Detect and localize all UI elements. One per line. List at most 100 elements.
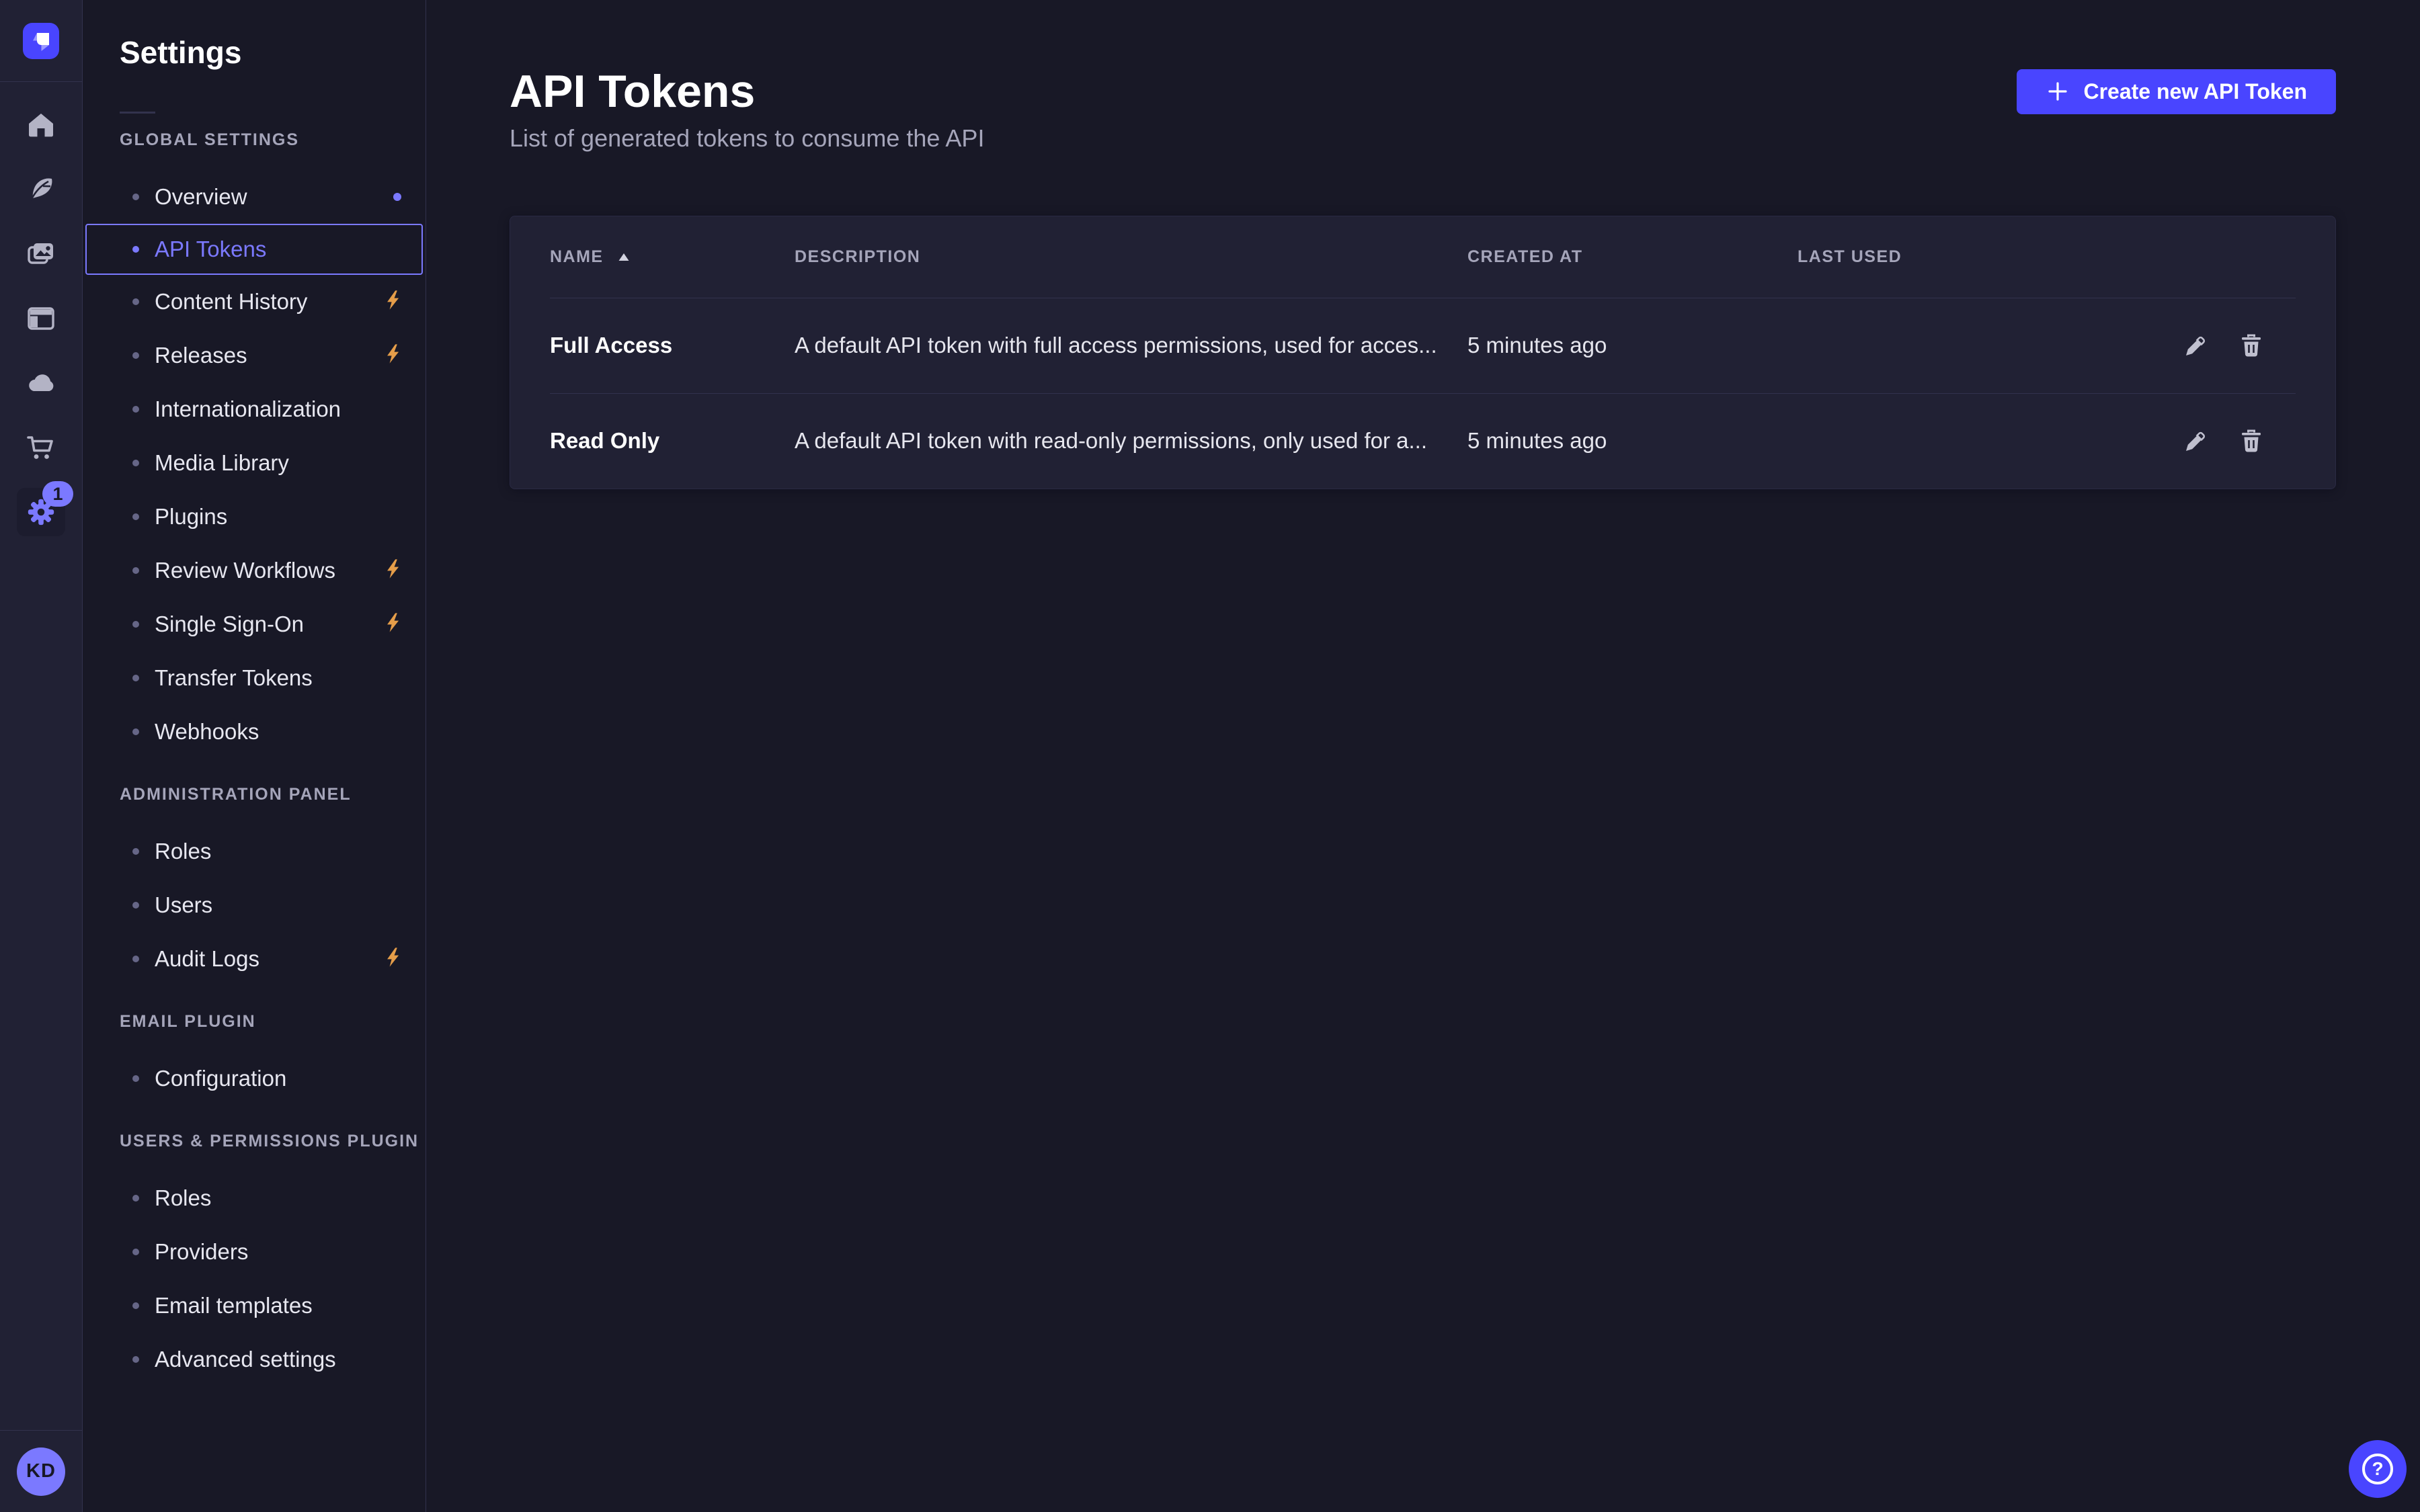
row-actions [2066,425,2296,457]
question-mark-icon: ? [2362,1454,2393,1484]
column-header-name[interactable]: NAME [550,247,795,267]
sidebar-item-webhooks[interactable]: Webhooks [83,705,426,759]
bullet-icon [132,728,139,735]
rail-item-cloud[interactable] [0,351,83,415]
sidebar-item-releases[interactable]: Releases [83,329,426,382]
edit-pencil-icon[interactable] [2180,329,2212,362]
create-api-token-button[interactable]: Create new API Token [2017,69,2336,114]
sidebar-item-roles[interactable]: Roles [83,825,426,878]
token-created-at: 5 minutes ago [1467,428,1798,454]
sidebar-item-label: Releases [155,343,247,368]
lightning-icon [382,946,405,972]
rail-item-content-type-builder[interactable] [0,286,83,351]
sidebar-item-label: Advanced settings [155,1347,336,1372]
rail-item-marketplace-cart[interactable] [0,415,83,480]
sidebar-item-review-workflows[interactable]: Review Workflows [83,544,426,597]
bullet-icon [132,1302,139,1309]
bullet-icon [132,675,139,681]
sidebar-item-label: Configuration [155,1066,286,1091]
rail-item-home[interactable] [0,93,83,157]
rail-nav-icons: 1 [0,93,83,544]
sidebar-item-providers[interactable]: Providers [83,1225,426,1279]
sidebar-item-content-history[interactable]: Content History [83,275,426,329]
token-description: A default API token with read-only permi… [795,428,1467,454]
sidebar-item-label: Overview [155,184,247,210]
table-row[interactable]: Read OnlyA default API token with read-o… [510,393,2335,489]
bullet-icon [132,194,139,200]
delete-trash-icon[interactable] [2235,425,2267,457]
column-header-created-at: CREATED AT [1467,247,1798,267]
media-library-icon [26,239,56,269]
marketplace-cart-icon [26,432,56,463]
subnav-section-header: ADMINISTRATION PANEL [83,784,426,804]
sidebar-item-plugins[interactable]: Plugins [83,490,426,544]
token-name: Full Access [550,333,795,358]
lightning-icon [382,612,405,638]
column-header-last-used: LAST USED [1798,247,2066,267]
main-nav-rail: 1 KD [0,0,83,1512]
sort-ascending-icon [616,249,632,265]
notification-badge: 1 [42,481,73,507]
sidebar-item-media-library[interactable]: Media Library [83,436,426,490]
plus-icon [2046,79,2070,103]
subnav-section-header: USERS & PERMISSIONS PLUGIN [83,1131,426,1151]
page-subtitle: List of generated tokens to consume the … [510,124,2336,153]
bullet-icon [132,902,139,909]
sidebar-item-email-templates[interactable]: Email templates [83,1279,426,1333]
bullet-icon [132,460,139,466]
sidebar-item-label: Providers [155,1239,248,1265]
sidebar-item-internationalization[interactable]: Internationalization [83,382,426,436]
avatar[interactable]: KD [17,1447,65,1496]
bullet-icon [132,956,139,962]
sidebar-item-label: Webhooks [155,719,259,745]
bullet-icon [132,621,139,628]
bullet-icon [132,406,139,413]
create-button-label: Create new API Token [2083,79,2307,104]
sidebar-item-api-tokens[interactable]: API Tokens [85,224,423,275]
cloud-icon [25,367,57,399]
row-actions [2066,329,2296,362]
table-row[interactable]: Full AccessA default API token with full… [510,298,2335,393]
sidebar-item-label: API Tokens [155,237,266,262]
rail-item-settings-gear[interactable]: 1 [0,480,83,544]
content-feather-icon [26,175,56,204]
settings-subnav: Settings GLOBAL SETTINGSOverviewAPI Toke… [83,0,426,1512]
column-header-label: CREATED AT [1467,247,1582,267]
token-created-at: 5 minutes ago [1467,333,1798,358]
bullet-icon [132,848,139,855]
edit-pencil-icon[interactable] [2180,425,2212,457]
sidebar-item-audit-logs[interactable]: Audit Logs [83,932,426,986]
sidebar-item-advanced-settings[interactable]: Advanced settings [83,1333,426,1386]
token-name: Read Only [550,428,795,454]
bullet-icon [132,513,139,520]
lightning-icon [382,289,405,315]
rail-item-content-feather[interactable] [0,157,83,222]
sidebar-item-transfer-tokens[interactable]: Transfer Tokens [83,651,426,705]
sidebar-item-label: Review Workflows [155,558,335,583]
help-button[interactable]: ? [2349,1440,2407,1498]
rail-item-media-library[interactable] [0,222,83,286]
page-title: API Tokens [510,65,755,118]
subnav-section-header: EMAIL PLUGIN [83,1011,426,1032]
content-type-builder-icon [26,303,56,334]
bullet-icon [132,298,139,305]
sidebar-item-roles[interactable]: Roles [83,1171,426,1225]
bullet-icon [132,1195,139,1202]
token-description: A default API token with full access per… [795,333,1467,358]
column-header-label: DESCRIPTION [795,247,920,267]
sidebar-item-label: Media Library [155,450,289,476]
sidebar-item-configuration[interactable]: Configuration [83,1052,426,1105]
delete-trash-icon[interactable] [2235,329,2267,362]
column-header-label: LAST USED [1798,247,1902,267]
lightning-icon [382,343,405,369]
notification-dot-icon [393,193,401,201]
strapi-logo[interactable] [23,23,59,59]
bullet-icon [132,246,139,253]
sidebar-item-overview[interactable]: Overview [83,170,426,224]
bullet-icon [132,352,139,359]
sidebar-item-label: Roles [155,839,211,864]
sidebar-item-single-sign-on[interactable]: Single Sign-On [83,597,426,651]
sidebar-item-label: Plugins [155,504,227,530]
subnav-title: Settings [83,34,426,71]
sidebar-item-users[interactable]: Users [83,878,426,932]
